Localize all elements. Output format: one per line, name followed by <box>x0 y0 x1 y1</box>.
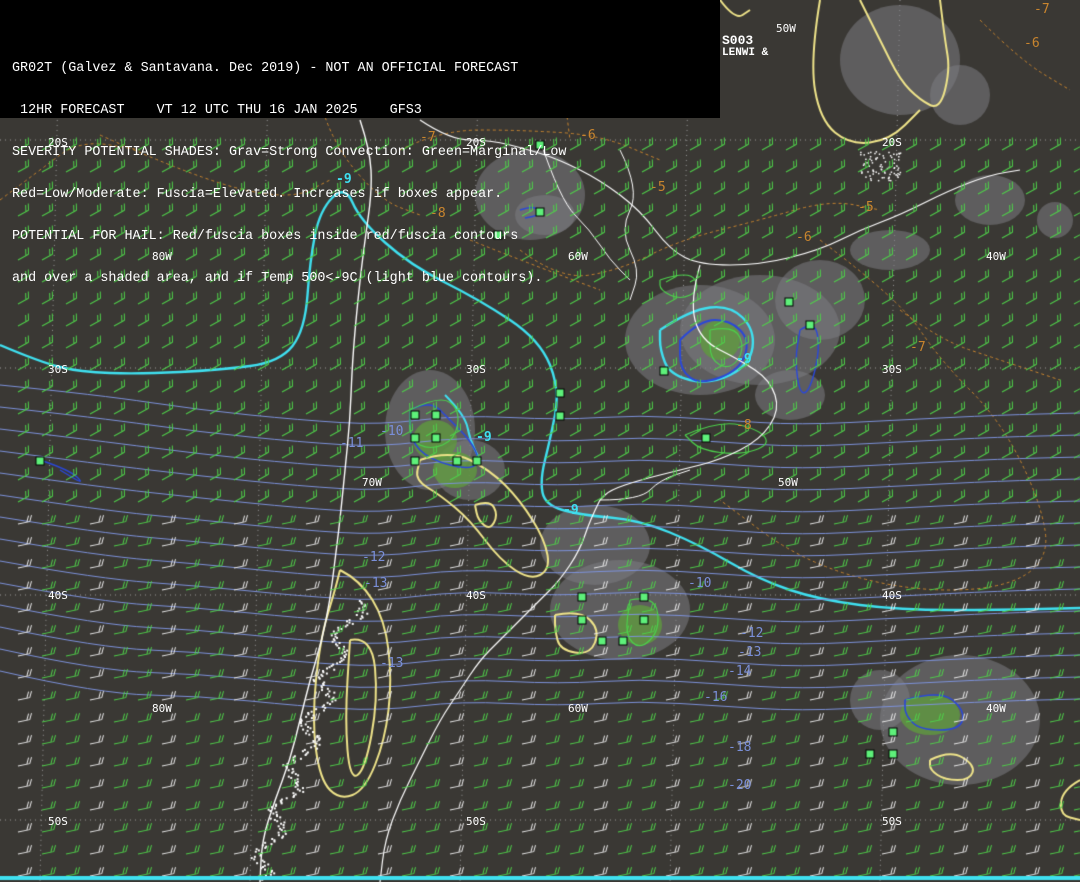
grid-label: 50W <box>776 22 796 35</box>
grid-label: 60W <box>568 250 588 263</box>
contour-label-orange: -7 <box>1034 2 1050 17</box>
contour-label-cyan: -9 <box>736 352 752 367</box>
contour-label-blue: -16 <box>704 690 727 705</box>
contour-label-blue: -11 <box>340 436 363 451</box>
contour-label-blue: -10 <box>688 576 711 591</box>
grid-label: 80W <box>152 250 172 263</box>
contour-label-orange: -8 <box>430 206 446 221</box>
grid-label: 50S <box>48 815 68 828</box>
grid-label: 20S <box>48 136 68 149</box>
header-line-4: Red=Low/Moderate: Fuscia=Elevated. Incre… <box>12 188 720 202</box>
contour-label-blue: -18 <box>728 740 751 755</box>
contour-label-orange: -5 <box>858 200 874 215</box>
grid-label: 30S <box>48 363 68 376</box>
grid-label: 50W <box>778 476 798 489</box>
grid-label: 80W <box>152 702 172 715</box>
grid-label: 40W <box>986 702 1006 715</box>
contour-label-orange: -5 <box>650 180 666 195</box>
contour-label-orange: -6 <box>796 230 812 245</box>
corner-text-2: LENWI & <box>722 47 768 59</box>
contour-label-cyan: -9 <box>563 503 579 518</box>
contour-label-blue: -14 <box>728 664 751 679</box>
contour-label-orange: -8 <box>736 418 752 433</box>
grid-label: 40S <box>48 589 68 602</box>
grid-label: 60W <box>568 702 588 715</box>
grid-label: 40S <box>466 589 486 602</box>
forecast-header: GR02T (Galvez & Santavana. Dec 2019) - N… <box>0 0 720 118</box>
contour-label-blue: -10 <box>380 424 403 439</box>
header-line-3: SEVERITY POTENTIAL SHADES: Grav=Strong C… <box>12 146 720 160</box>
header-line-6: and over a shaded area, and if Temp 500<… <box>12 272 720 286</box>
header-line-2: 12HR FORECAST VT 12 UTC THU 16 JAN 2025 … <box>12 104 720 118</box>
grid-label: 40S <box>882 589 902 602</box>
grid-label: 20S <box>882 136 902 149</box>
contour-label-blue: -12 <box>740 626 763 641</box>
contour-label-orange: -7 <box>420 130 436 145</box>
contour-label-orange: -7 <box>910 340 926 355</box>
grid-label: 30S <box>466 363 486 376</box>
grid-label: 20S <box>466 136 486 149</box>
contour-label-blue: -12 <box>362 550 385 565</box>
contour-label-orange: -6 <box>1024 36 1040 51</box>
contour-label-blue: -13 <box>380 656 403 671</box>
contour-label-orange: -6 <box>580 128 596 143</box>
contour-label-blue: -13 <box>738 645 761 660</box>
grid-label: 70W <box>362 476 382 489</box>
grid-label: 30S <box>882 363 902 376</box>
contour-label-cyan: -9 <box>476 430 492 445</box>
corner-text-1: S003 <box>722 33 753 48</box>
grid-label: 50S <box>466 815 486 828</box>
grid-label: 40W <box>986 250 1006 263</box>
header-line-5: POTENTIAL FOR HAIL: Red/fuscia boxes ins… <box>12 230 720 244</box>
header-line-1: GR02T (Galvez & Santavana. Dec 2019) - N… <box>12 62 720 76</box>
contour-label-blue: -13 <box>364 576 387 591</box>
contour-label-blue: -20 <box>728 778 751 793</box>
contour-label-cyan: -9 <box>336 172 352 187</box>
grid-label: 50S <box>882 815 902 828</box>
